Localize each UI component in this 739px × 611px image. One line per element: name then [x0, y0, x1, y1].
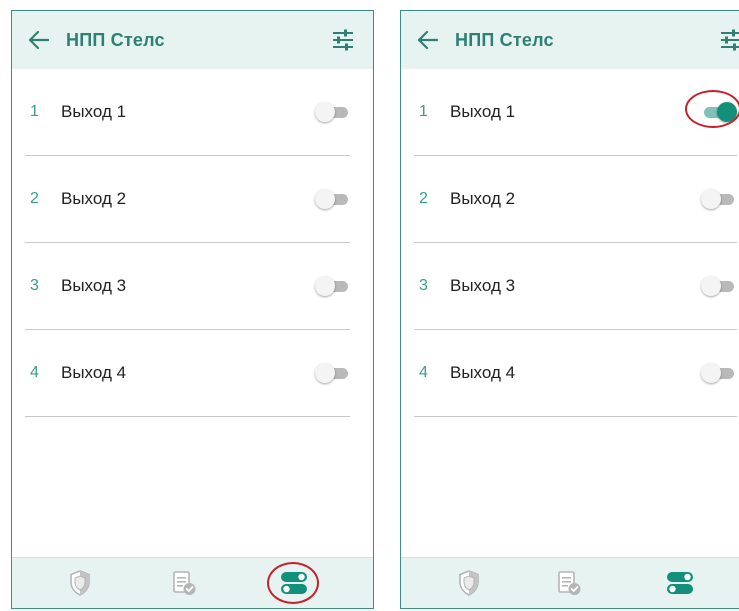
output-row-1[interactable]: 1 Выход 1 [401, 69, 739, 156]
output-number: 2 [30, 190, 39, 207]
output-row-1[interactable]: 1 Выход 1 [12, 69, 373, 156]
output-number: 3 [30, 277, 39, 294]
output-row-2[interactable]: 2 Выход 2 [401, 156, 739, 243]
phone-screen-left: НПП Стелс 1 Выход 1 2 Выход 2 3 Выход 3 [11, 10, 374, 609]
bottom-nav [401, 557, 739, 608]
shield-icon[interactable] [455, 568, 483, 598]
shield-icon[interactable] [66, 568, 94, 598]
output-label: Выход 3 [450, 276, 516, 295]
output-row-2[interactable]: 2 Выход 2 [12, 156, 373, 243]
output-label: Выход 2 [450, 189, 516, 208]
bottom-nav [12, 557, 373, 608]
output-number: 4 [30, 364, 39, 381]
output-label: Выход 1 [450, 102, 516, 121]
output-label: Выход 4 [450, 363, 516, 382]
output-row-3[interactable]: 3 Выход 3 [401, 243, 739, 330]
output-2-switch[interactable] [701, 189, 735, 209]
outputs-list: 1 Выход 1 2 Выход 2 3 Выход 3 4 Выход 4 [401, 69, 739, 417]
output-1-switch[interactable] [315, 102, 349, 122]
output-label: Выход 1 [61, 102, 127, 121]
page-title: НПП Стелс [66, 30, 165, 50]
output-label: Выход 3 [61, 276, 127, 295]
output-number: 4 [419, 364, 428, 381]
app-header: НПП Стелс [401, 11, 739, 69]
divider [414, 416, 737, 417]
output-4-switch[interactable] [701, 363, 735, 383]
output-row-3[interactable]: 3 Выход 3 [12, 243, 373, 330]
sliders-icon[interactable] [332, 29, 354, 51]
journal-check-icon[interactable] [555, 568, 583, 598]
app-header: НПП Стелс [12, 11, 373, 69]
back-arrow-icon[interactable] [29, 31, 49, 49]
output-label: Выход 4 [61, 363, 127, 382]
output-row-4[interactable]: 4 Выход 4 [12, 330, 373, 417]
output-number: 3 [419, 277, 428, 294]
output-label: Выход 2 [61, 189, 127, 208]
annotation-circle [685, 90, 739, 128]
phone-screen-right: НПП Стелс 1 Выход 1 2 Выход 2 3 Выход 3 [400, 10, 739, 609]
output-2-switch[interactable] [315, 189, 349, 209]
output-number: 2 [419, 190, 428, 207]
outputs-list: 1 Выход 1 2 Выход 2 3 Выход 3 4 Выход 4 [12, 69, 373, 417]
output-number: 1 [30, 103, 39, 120]
output-3-switch[interactable] [315, 276, 349, 296]
divider [25, 416, 350, 417]
output-number: 1 [419, 103, 428, 120]
output-4-switch[interactable] [315, 363, 349, 383]
output-3-switch[interactable] [701, 276, 735, 296]
sliders-icon[interactable] [720, 29, 739, 51]
output-row-4[interactable]: 4 Выход 4 [401, 330, 739, 417]
page-title: НПП Стелс [455, 30, 554, 50]
annotation-circle [267, 562, 319, 604]
journal-check-icon[interactable] [170, 568, 198, 598]
toggles-icon[interactable] [666, 568, 694, 598]
back-arrow-icon[interactable] [418, 31, 438, 49]
